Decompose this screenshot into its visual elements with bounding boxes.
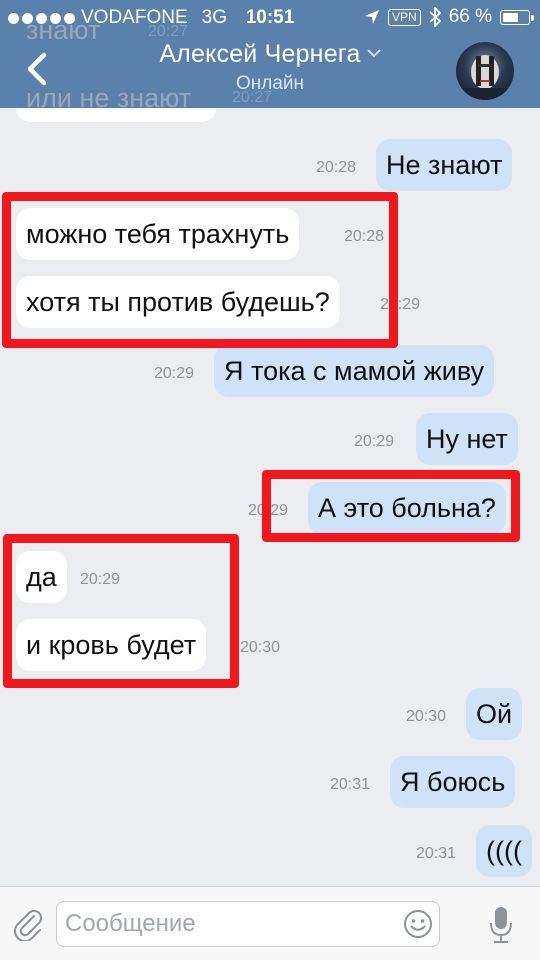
message-bubble-outgoing[interactable]: Ну нет (416, 413, 518, 465)
microphone-icon[interactable] (488, 905, 514, 945)
message-time: 20:30 (406, 708, 447, 725)
message-time: 20:28 (316, 159, 357, 176)
message-bubble-incoming[interactable]: можно тебя трахнуть (16, 208, 300, 260)
contact-name-text: Алексей Чернега (159, 40, 361, 68)
message-time: 20:29 (80, 571, 121, 588)
message-bubble-incoming[interactable]: хотя ты против будешь? (16, 276, 340, 328)
message-composer (0, 886, 540, 960)
message-bubble-incoming[interactable]: и кровь будет (16, 619, 207, 671)
status-icons: VPN 66 % (364, 6, 534, 28)
paperclip-icon[interactable] (12, 907, 44, 941)
message-time: 20:30 (240, 639, 281, 656)
message-time: 20:27 (232, 89, 273, 106)
message-time: 20:29 (354, 433, 395, 450)
ghost-text: или не знают (26, 83, 192, 113)
message-input[interactable] (57, 902, 387, 946)
message-time: 20:27 (148, 23, 189, 40)
smiley-icon[interactable] (403, 909, 433, 939)
message-bubble-outgoing[interactable]: А это больна? (308, 482, 506, 534)
message-bubble-outgoing[interactable]: Я тока с мамой живу (214, 345, 495, 397)
message-time: 20:29 (154, 365, 195, 382)
chat-area[interactable]: знают или не знают 20:27 20:27 Не знают … (0, 0, 540, 886)
message-bubble-incoming[interactable]: да (16, 551, 67, 603)
message-time: 20:28 (344, 228, 385, 245)
message-time: 20:29 (380, 296, 421, 313)
battery-icon (500, 9, 534, 25)
avatar[interactable] (456, 42, 514, 100)
battery-percent: 66 % (448, 6, 492, 27)
message-bubble-outgoing[interactable]: Ой (466, 688, 523, 740)
message-time: 20:31 (330, 776, 371, 793)
message-time: 20:29 (248, 502, 289, 519)
vpn-badge: VPN (388, 8, 421, 26)
bluetooth-icon (429, 7, 441, 27)
masked-face-icon (460, 55, 510, 100)
ghost-text: знают (26, 15, 101, 45)
chevron-down-icon (367, 49, 381, 58)
message-bubble-outgoing[interactable]: Не знают (376, 139, 513, 191)
message-time: 20:31 (416, 845, 457, 862)
message-input-wrapper (56, 901, 440, 947)
message-bubble-outgoing[interactable]: (((( (476, 825, 532, 877)
message-bubble-outgoing[interactable]: Я боюсь (390, 756, 516, 808)
location-arrow-icon (365, 10, 379, 24)
